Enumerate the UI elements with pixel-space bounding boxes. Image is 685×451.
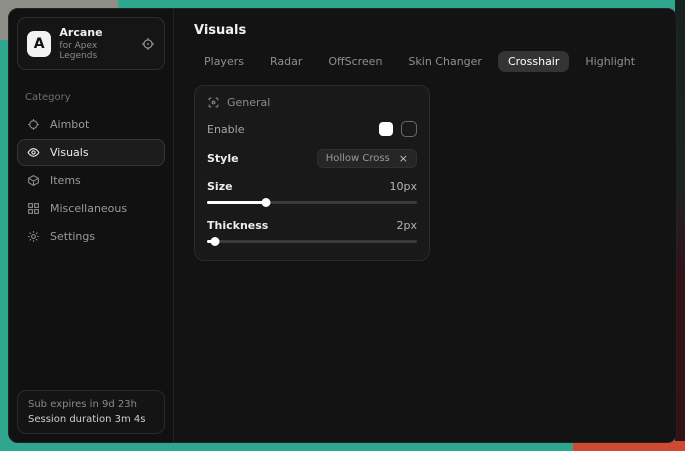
- size-row: Size 10px: [207, 180, 417, 193]
- sidebar-item-label: Items: [50, 174, 81, 187]
- color-swatch[interactable]: [379, 122, 393, 136]
- app-subtitle: for Apex Legends: [59, 41, 133, 61]
- sidebar-item-label: Aimbot: [50, 118, 89, 131]
- crosshair-icon: [27, 118, 40, 131]
- category-label: Category: [25, 92, 159, 103]
- size-value: 10px: [390, 180, 418, 193]
- tab-radar[interactable]: Radar: [260, 51, 312, 72]
- style-dropdown[interactable]: Hollow Cross ×: [317, 149, 417, 168]
- card-header-label: General: [227, 96, 270, 109]
- thickness-label: Thickness: [207, 219, 268, 232]
- tab-crosshair[interactable]: Crosshair: [498, 51, 569, 72]
- session-duration-text: Session duration 3m 4s: [28, 414, 154, 425]
- slider-track: [207, 240, 417, 243]
- sidebar-item-miscellaneous[interactable]: Miscellaneous: [17, 195, 165, 222]
- sub-expires-text: Sub expires in 9d 23h: [28, 399, 154, 410]
- eye-icon: [27, 146, 40, 159]
- size-slider[interactable]: [207, 198, 417, 207]
- tab-highlight[interactable]: Highlight: [575, 51, 645, 72]
- slider-thumb[interactable]: [211, 237, 220, 246]
- sidebar-item-aimbot[interactable]: Aimbot: [17, 111, 165, 138]
- focus-icon: [207, 96, 220, 109]
- thickness-slider[interactable]: [207, 237, 417, 246]
- target-icon[interactable]: [141, 37, 155, 51]
- style-label: Style: [207, 152, 239, 165]
- sidebar-item-settings[interactable]: Settings: [17, 223, 165, 250]
- sidebar-item-label: Visuals: [50, 146, 89, 159]
- enable-row: Enable: [207, 121, 417, 137]
- main-content: Visuals Players Radar OffScreen Skin Cha…: [174, 9, 676, 442]
- tab-players[interactable]: Players: [194, 51, 254, 72]
- thickness-row: Thickness 2px: [207, 219, 417, 232]
- box-icon: [27, 174, 40, 187]
- page-title: Visuals: [194, 23, 656, 38]
- sidebar: A Arcane for Apex Legends Category: [9, 9, 174, 442]
- enable-checkbox[interactable]: [401, 121, 417, 137]
- clear-icon[interactable]: ×: [399, 153, 408, 164]
- sidebar-item-items[interactable]: Items: [17, 167, 165, 194]
- sidebar-nav: Aimbot Visuals I: [9, 111, 173, 250]
- thickness-value: 2px: [397, 219, 418, 232]
- sidebar-item-visuals[interactable]: Visuals: [17, 139, 165, 166]
- size-label: Size: [207, 180, 233, 193]
- app-header: A Arcane for Apex Legends: [17, 17, 165, 70]
- sidebar-spacer: [9, 250, 173, 382]
- grid-icon: [27, 202, 40, 215]
- app-title-wrap: Arcane for Apex Legends: [59, 26, 133, 61]
- tab-skin-changer[interactable]: Skin Changer: [398, 51, 492, 72]
- gear-icon: [27, 230, 40, 243]
- card-header: General: [207, 96, 417, 109]
- cheat-menu-window: A Arcane for Apex Legends Category: [8, 8, 677, 443]
- style-value: Hollow Cross: [326, 153, 390, 164]
- app-logo: A: [27, 31, 51, 57]
- screen: A Arcane for Apex Legends Category: [0, 0, 685, 451]
- sidebar-item-label: Settings: [50, 230, 95, 243]
- slider-fill: [207, 201, 266, 204]
- app-title: Arcane: [59, 26, 133, 39]
- style-row: Style Hollow Cross ×: [207, 149, 417, 168]
- tab-offscreen[interactable]: OffScreen: [318, 51, 392, 72]
- enable-label: Enable: [207, 123, 244, 136]
- sidebar-item-label: Miscellaneous: [50, 202, 127, 215]
- slider-thumb[interactable]: [261, 198, 270, 207]
- general-settings-card: General Enable Style Hollow Cross ×: [194, 85, 430, 261]
- subscription-status-box: Sub expires in 9d 23h Session duration 3…: [17, 390, 165, 434]
- enable-controls: [379, 121, 417, 137]
- tab-bar: Players Radar OffScreen Skin Changer Cro…: [194, 51, 656, 72]
